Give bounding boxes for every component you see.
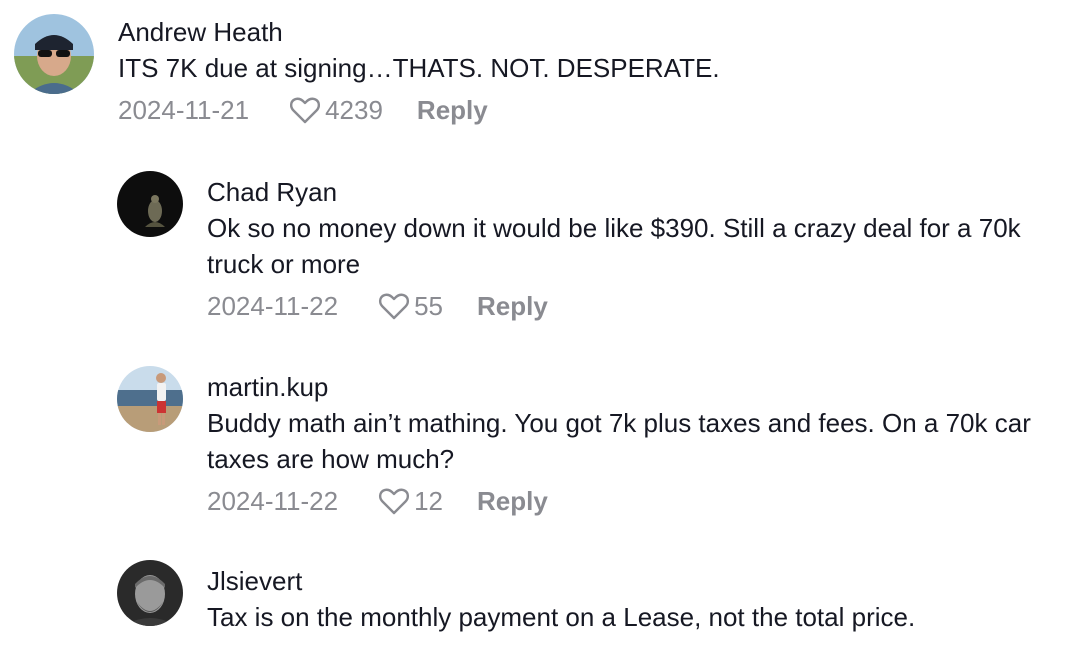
- comment-text: Ok so no money down it would be like $39…: [207, 213, 1021, 279]
- comment-text: Tax is on the monthly payment on a Lease…: [207, 602, 916, 632]
- avatar[interactable]: [117, 366, 183, 432]
- comment-username[interactable]: Chad Ryan: [207, 176, 1057, 208]
- comment-date: 2024-11-22: [207, 486, 339, 516]
- comment-text: Buddy math ain’t mathing. You got 7k plu…: [207, 408, 1031, 474]
- heart-outline-icon: [379, 293, 410, 320]
- like-count: 12: [414, 486, 443, 516]
- comment-text: ITS 7K due at signing…THATS. NOT. DESPER…: [118, 53, 720, 83]
- comment-username[interactable]: Jlsievert: [207, 565, 1057, 597]
- like-button[interactable]: 55: [378, 288, 443, 324]
- like-button[interactable]: 12: [378, 483, 443, 519]
- comment-username[interactable]: martin.kup: [207, 371, 1052, 403]
- avatar[interactable]: [117, 560, 183, 626]
- like-count: 4239: [325, 95, 383, 125]
- comment-date: 2024-11-22: [207, 291, 339, 321]
- like-count: 55: [414, 291, 443, 321]
- reply-button[interactable]: Reply: [477, 288, 548, 324]
- heart-outline-icon: [290, 97, 321, 124]
- reply-button[interactable]: Reply: [417, 92, 488, 128]
- comment-meta: 2024-11-22 12 Reply: [207, 483, 1052, 519]
- like-button[interactable]: 4239: [289, 92, 383, 128]
- avatar[interactable]: [117, 171, 183, 237]
- avatar[interactable]: [14, 14, 94, 94]
- comment-meta: 2024-11-22 55 Reply: [207, 288, 1057, 324]
- comment-date: 2024-11-21: [118, 95, 250, 125]
- comment-meta: 2024-11-21 4239 Reply: [118, 92, 1018, 128]
- heart-outline-icon: [379, 488, 410, 515]
- comment-username[interactable]: Andrew Heath: [118, 16, 1018, 48]
- reply-button[interactable]: Reply: [477, 483, 548, 519]
